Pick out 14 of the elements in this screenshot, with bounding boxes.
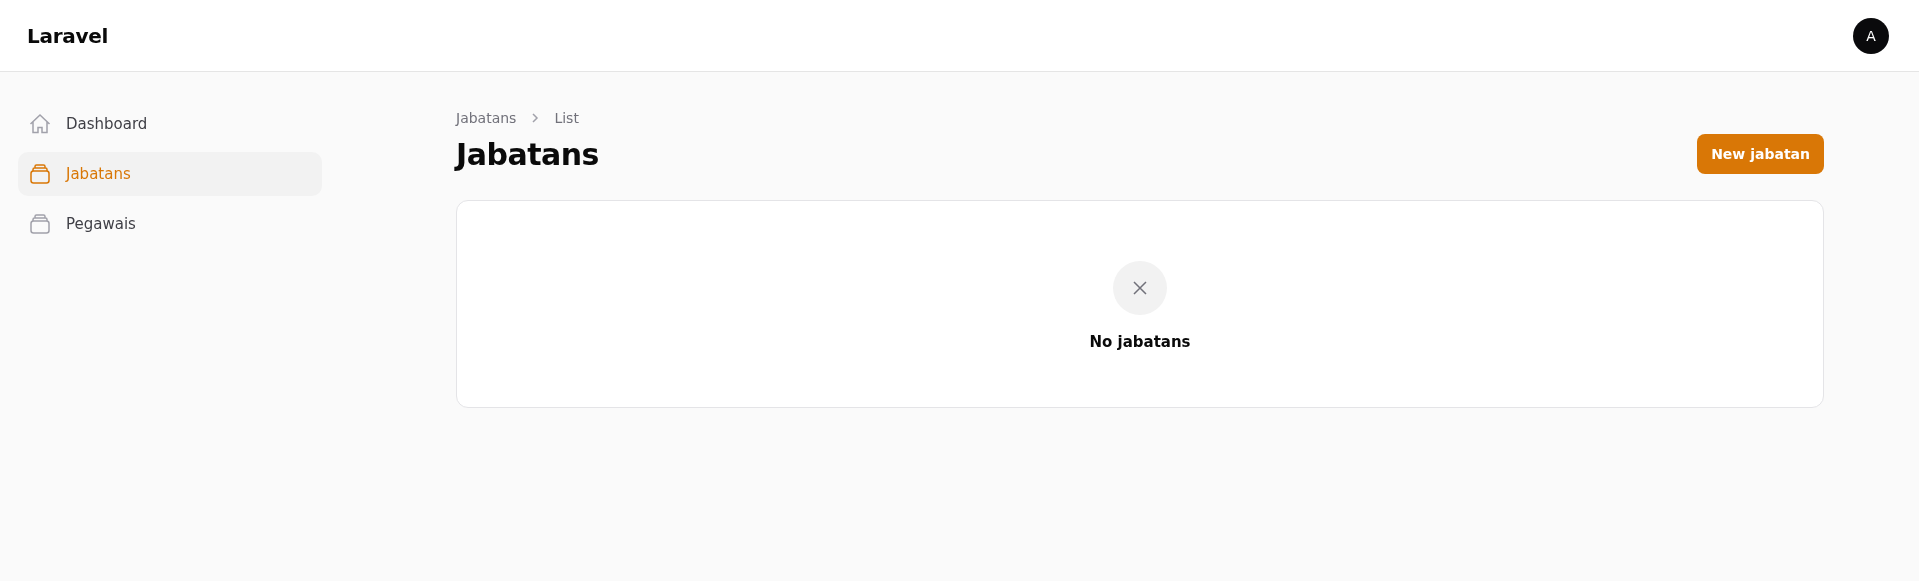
sidebar-item[interactable]: Pegawais	[18, 202, 322, 246]
user-avatar[interactable]: A	[1853, 17, 1889, 54]
page-title: Jabatans	[456, 136, 599, 172]
sidebar-item-label: Pegawais	[66, 215, 136, 233]
home-icon	[28, 112, 52, 136]
sidebar-item[interactable]: Dashboard	[18, 102, 322, 146]
stack-icon	[28, 162, 52, 186]
brand-logo[interactable]: Laravel	[27, 23, 108, 48]
empty-state-heading: No jabatans	[1089, 333, 1191, 351]
sidebar-item-label: Dashboard	[66, 115, 148, 133]
breadcrumb-link[interactable]: Jabatans	[456, 110, 517, 126]
breadcrumb-link[interactable]: List	[554, 110, 579, 126]
stack-icon	[28, 212, 52, 236]
sidebar-item-label: Jabatans	[66, 165, 131, 183]
